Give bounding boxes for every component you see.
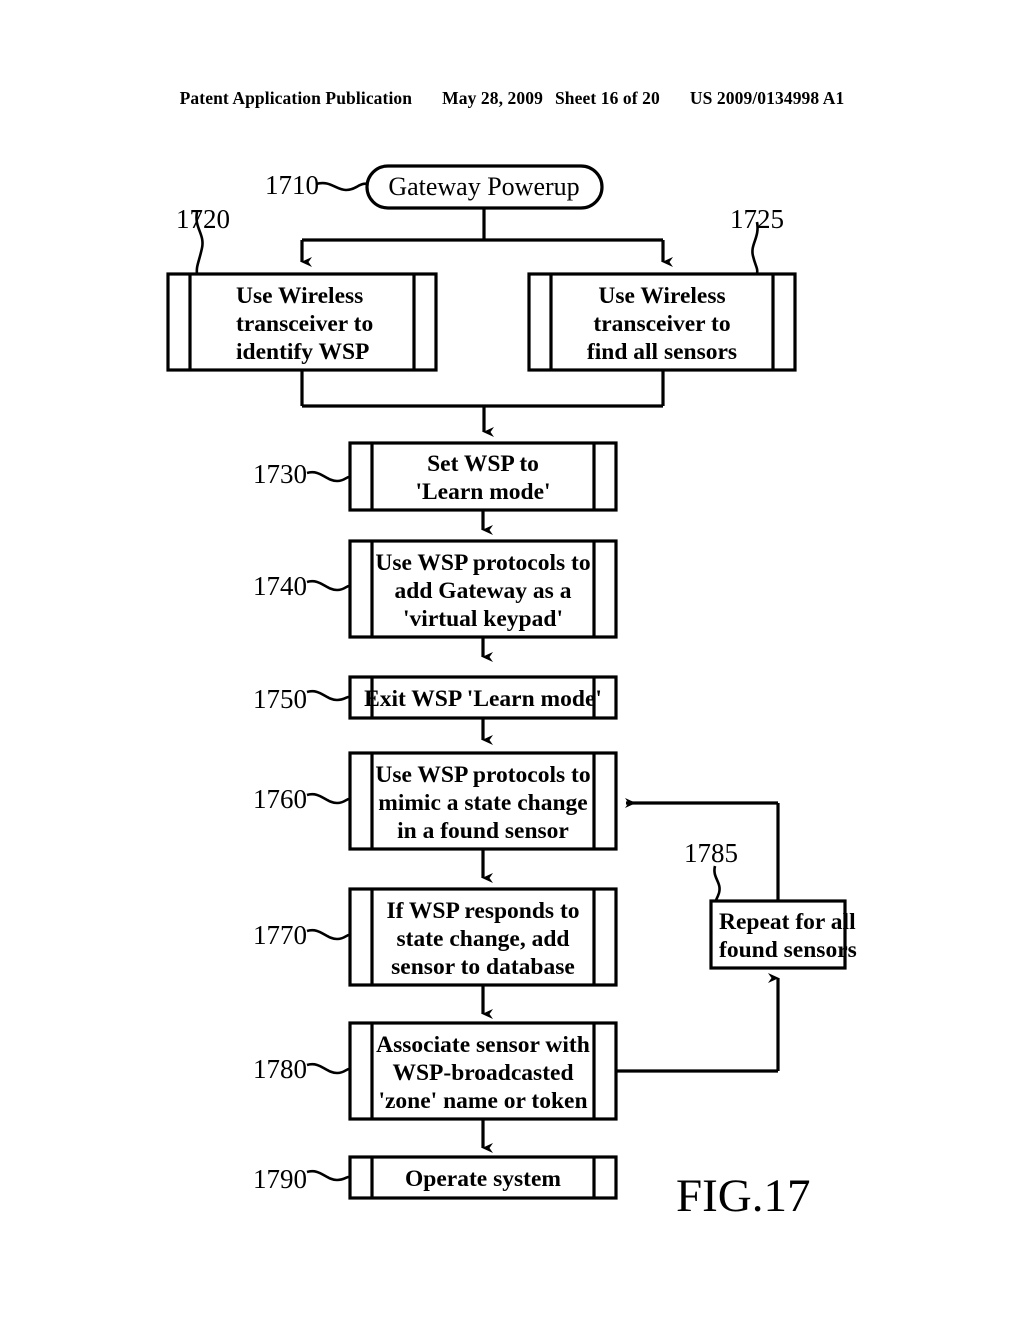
node-1740-line-3: 'virtual keypad' xyxy=(403,606,563,632)
node-1785-line-1: Repeat for all xyxy=(719,909,856,935)
node-1760: Use WSP protocols to mimic a state chang… xyxy=(348,751,618,851)
ref-label-1730: 1730 xyxy=(253,459,307,489)
ref-label-1725: 1725 xyxy=(730,204,784,234)
leader-line-1750 xyxy=(306,689,351,702)
node-1720-line-2: transceiver to xyxy=(236,311,373,337)
figure-17: Gateway Powerup 1710 Use Wireless transc… xyxy=(0,0,1024,1320)
node-1725: Use Wireless transceiver to find all sen… xyxy=(527,272,797,372)
leader-line-1780 xyxy=(306,1062,351,1075)
node-1770-line-2: state change, add xyxy=(397,926,570,952)
ref-label-1750: 1750 xyxy=(253,684,307,714)
terminator-label: Gateway Powerup xyxy=(388,172,579,201)
leader-line-1785 xyxy=(713,865,721,902)
node-1740-line-2: add Gateway as a xyxy=(395,578,572,604)
ref-label-1760: 1760 xyxy=(253,784,307,814)
node-1750: Exit WSP 'Learn mode' xyxy=(348,675,618,720)
ref-label-1780: 1780 xyxy=(253,1054,307,1084)
node-1730-line-1: Set WSP to xyxy=(427,451,539,477)
node-1780-line-2: WSP-broadcasted xyxy=(392,1060,573,1086)
ref-label-1790: 1790 xyxy=(253,1164,307,1194)
node-1785: Repeat for all found sensors xyxy=(709,899,857,970)
leader-line-1790 xyxy=(306,1169,351,1182)
node-1750-line-1: Exit WSP 'Learn mode' xyxy=(364,686,602,712)
leader-line-1730 xyxy=(306,470,351,483)
node-1730: Set WSP to 'Learn mode' xyxy=(348,441,618,512)
node-1760-line-3: in a found sensor xyxy=(397,818,569,844)
node-1780: Associate sensor with WSP-broadcasted 'z… xyxy=(348,1021,618,1121)
node-1770-line-3: sensor to database xyxy=(391,954,575,980)
node-1710-terminator: Gateway Powerup xyxy=(365,164,604,210)
node-1790-line-1: Operate system xyxy=(405,1166,561,1192)
node-1780-line-1: Associate sensor with xyxy=(376,1032,590,1058)
leader-line-1770 xyxy=(306,928,351,941)
node-1730-line-2: 'Learn mode' xyxy=(415,479,550,505)
node-1760-line-2: mimic a state change xyxy=(378,790,588,816)
node-1780-line-3: 'zone' name or token xyxy=(378,1088,587,1114)
node-1785-line-2: found sensors xyxy=(719,937,857,963)
patent-page: Patent Application Publication May 28, 20… xyxy=(0,0,1024,1320)
node-1720-line-1: Use Wireless xyxy=(236,283,363,309)
flowchart-svg: Gateway Powerup 1710 Use Wireless transc… xyxy=(166,164,857,1222)
leader-line-1760 xyxy=(306,792,351,805)
ref-label-1785: 1785 xyxy=(684,838,738,868)
node-1720: Use Wireless transceiver to identify WSP xyxy=(166,272,438,372)
ref-label-1720: 1720 xyxy=(176,204,230,234)
node-1740-line-1: Use WSP protocols to xyxy=(375,550,590,576)
node-1740: Use WSP protocols to add Gateway as a 'v… xyxy=(348,539,618,639)
connector-split-powerup xyxy=(300,208,673,267)
node-1725-line-2: transceiver to xyxy=(593,311,730,337)
ref-label-1740: 1740 xyxy=(253,571,307,601)
node-1790: Operate system xyxy=(348,1155,618,1200)
ref-label-1710: 1710 xyxy=(265,170,319,200)
leader-line-1740 xyxy=(306,579,351,592)
node-1770: If WSP responds to state change, add sen… xyxy=(348,887,618,987)
figure-caption: FIG.17 xyxy=(676,1170,810,1222)
node-1725-line-3: find all sensors xyxy=(587,339,737,365)
node-1760-line-1: Use WSP protocols to xyxy=(375,762,590,788)
node-1720-line-3: identify WSP xyxy=(236,339,369,365)
leader-line-1710 xyxy=(315,181,369,192)
node-1770-line-1: If WSP responds to xyxy=(386,898,579,924)
connector-merge-to-1730 xyxy=(300,370,665,437)
ref-label-1770: 1770 xyxy=(253,920,307,950)
node-1725-line-1: Use Wireless xyxy=(598,283,725,309)
